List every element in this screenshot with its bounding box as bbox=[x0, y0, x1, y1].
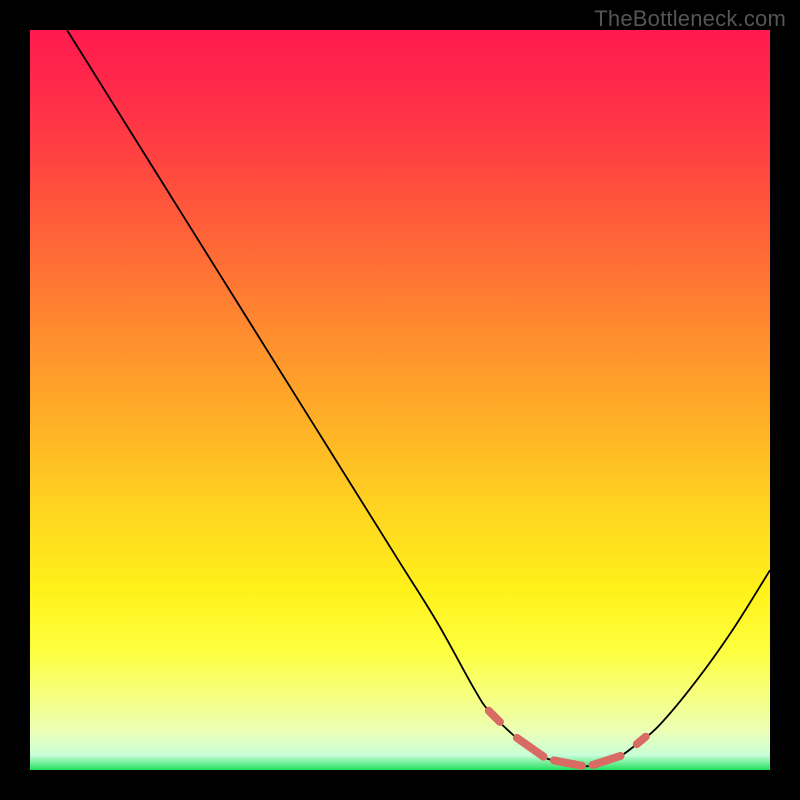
plot-area bbox=[30, 30, 770, 770]
watermark-text: TheBottleneck.com bbox=[594, 6, 786, 32]
optimal-region-dashes bbox=[489, 711, 646, 766]
bottleneck-curve bbox=[67, 30, 770, 766]
chart-svg bbox=[30, 30, 770, 770]
